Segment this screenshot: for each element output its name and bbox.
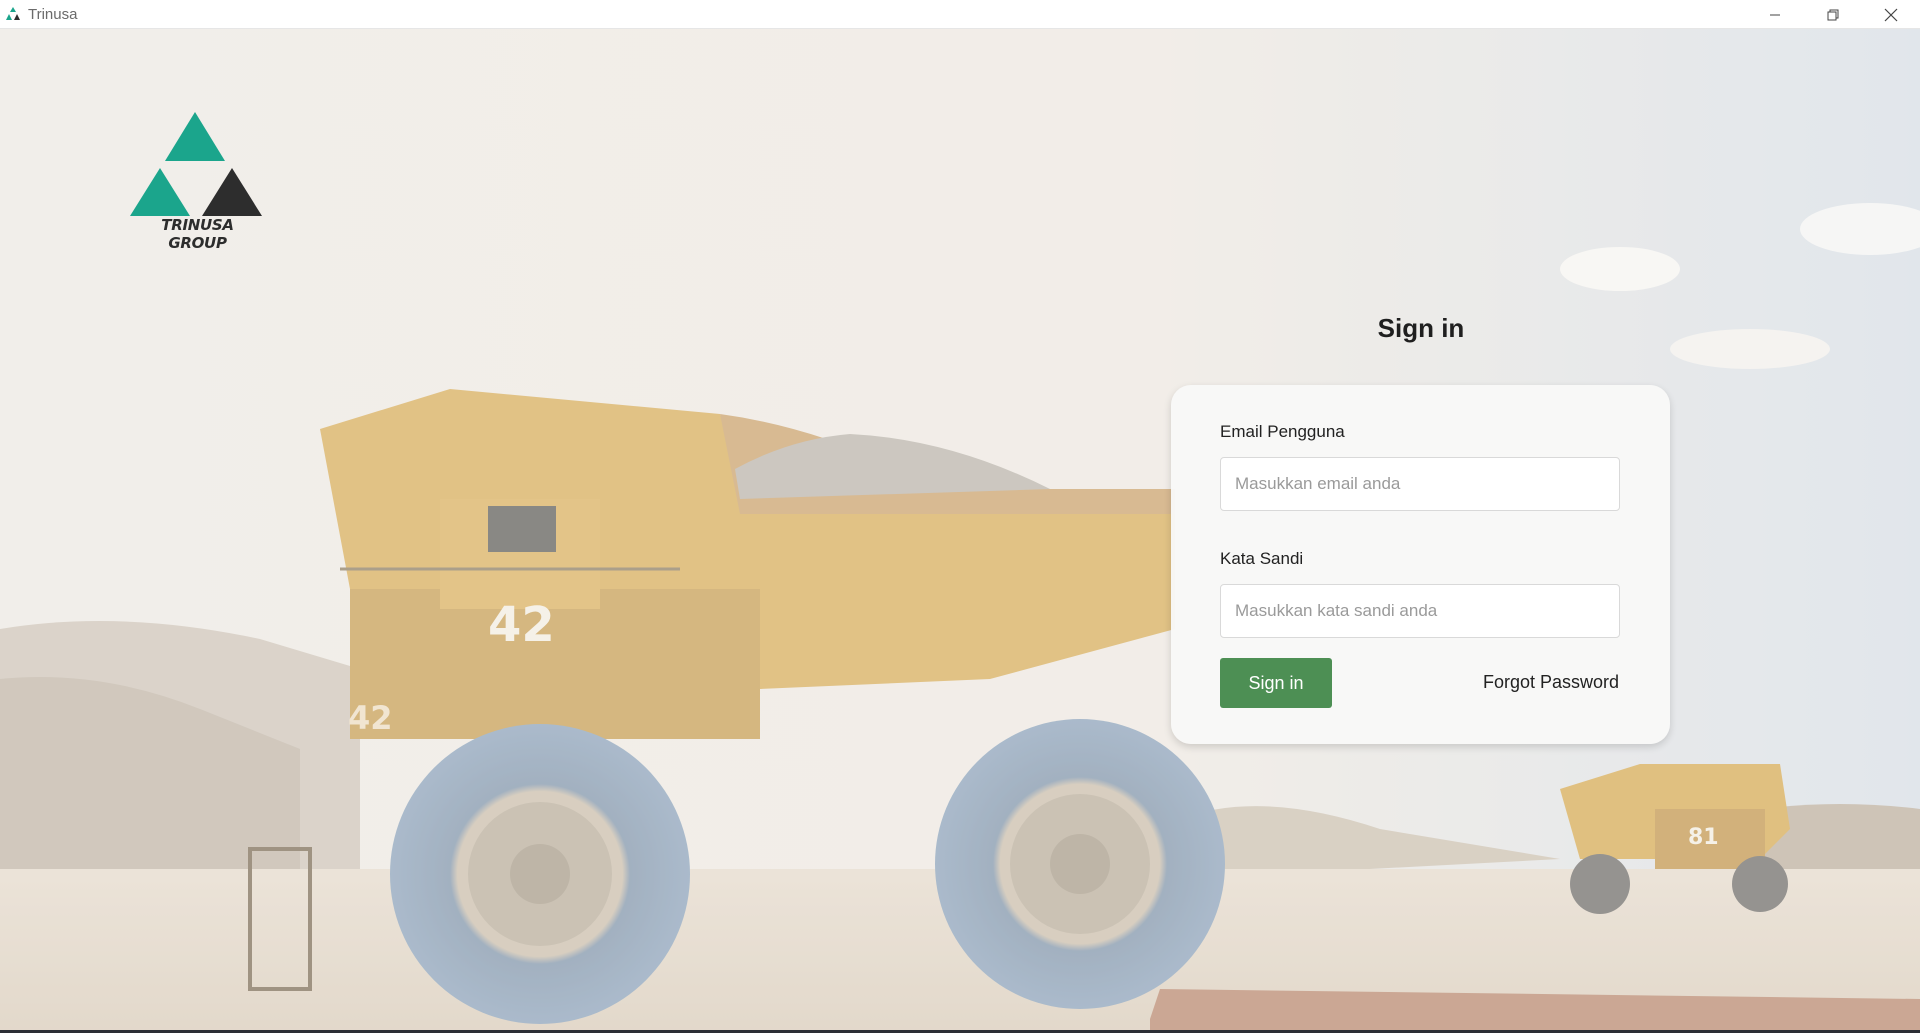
signin-button[interactable]: Sign in xyxy=(1220,658,1332,708)
email-input[interactable] xyxy=(1220,457,1620,511)
signin-title: Sign in xyxy=(1377,313,1465,343)
window-titlebar: Trinusa xyxy=(0,0,1920,29)
minimize-icon xyxy=(1770,14,1780,15)
login-card: Email Pengguna Kata Sandi Sign in Forgot… xyxy=(1171,385,1670,744)
restore-icon xyxy=(1827,9,1839,20)
window-title: Trinusa xyxy=(28,5,78,23)
logo-text: TRINUSA GROUP xyxy=(161,216,234,252)
window-controls xyxy=(1746,0,1920,29)
password-input[interactable] xyxy=(1220,584,1620,638)
close-icon xyxy=(1884,8,1898,21)
app-logo-icon xyxy=(6,7,20,20)
minimize-button[interactable] xyxy=(1746,0,1804,29)
password-label: Kata Sandi xyxy=(1220,549,1304,568)
restore-button[interactable] xyxy=(1804,0,1862,29)
email-label: Email Pengguna xyxy=(1220,422,1345,441)
forgot-password-link[interactable]: Forgot Password xyxy=(1483,672,1619,693)
close-button[interactable] xyxy=(1862,0,1920,29)
